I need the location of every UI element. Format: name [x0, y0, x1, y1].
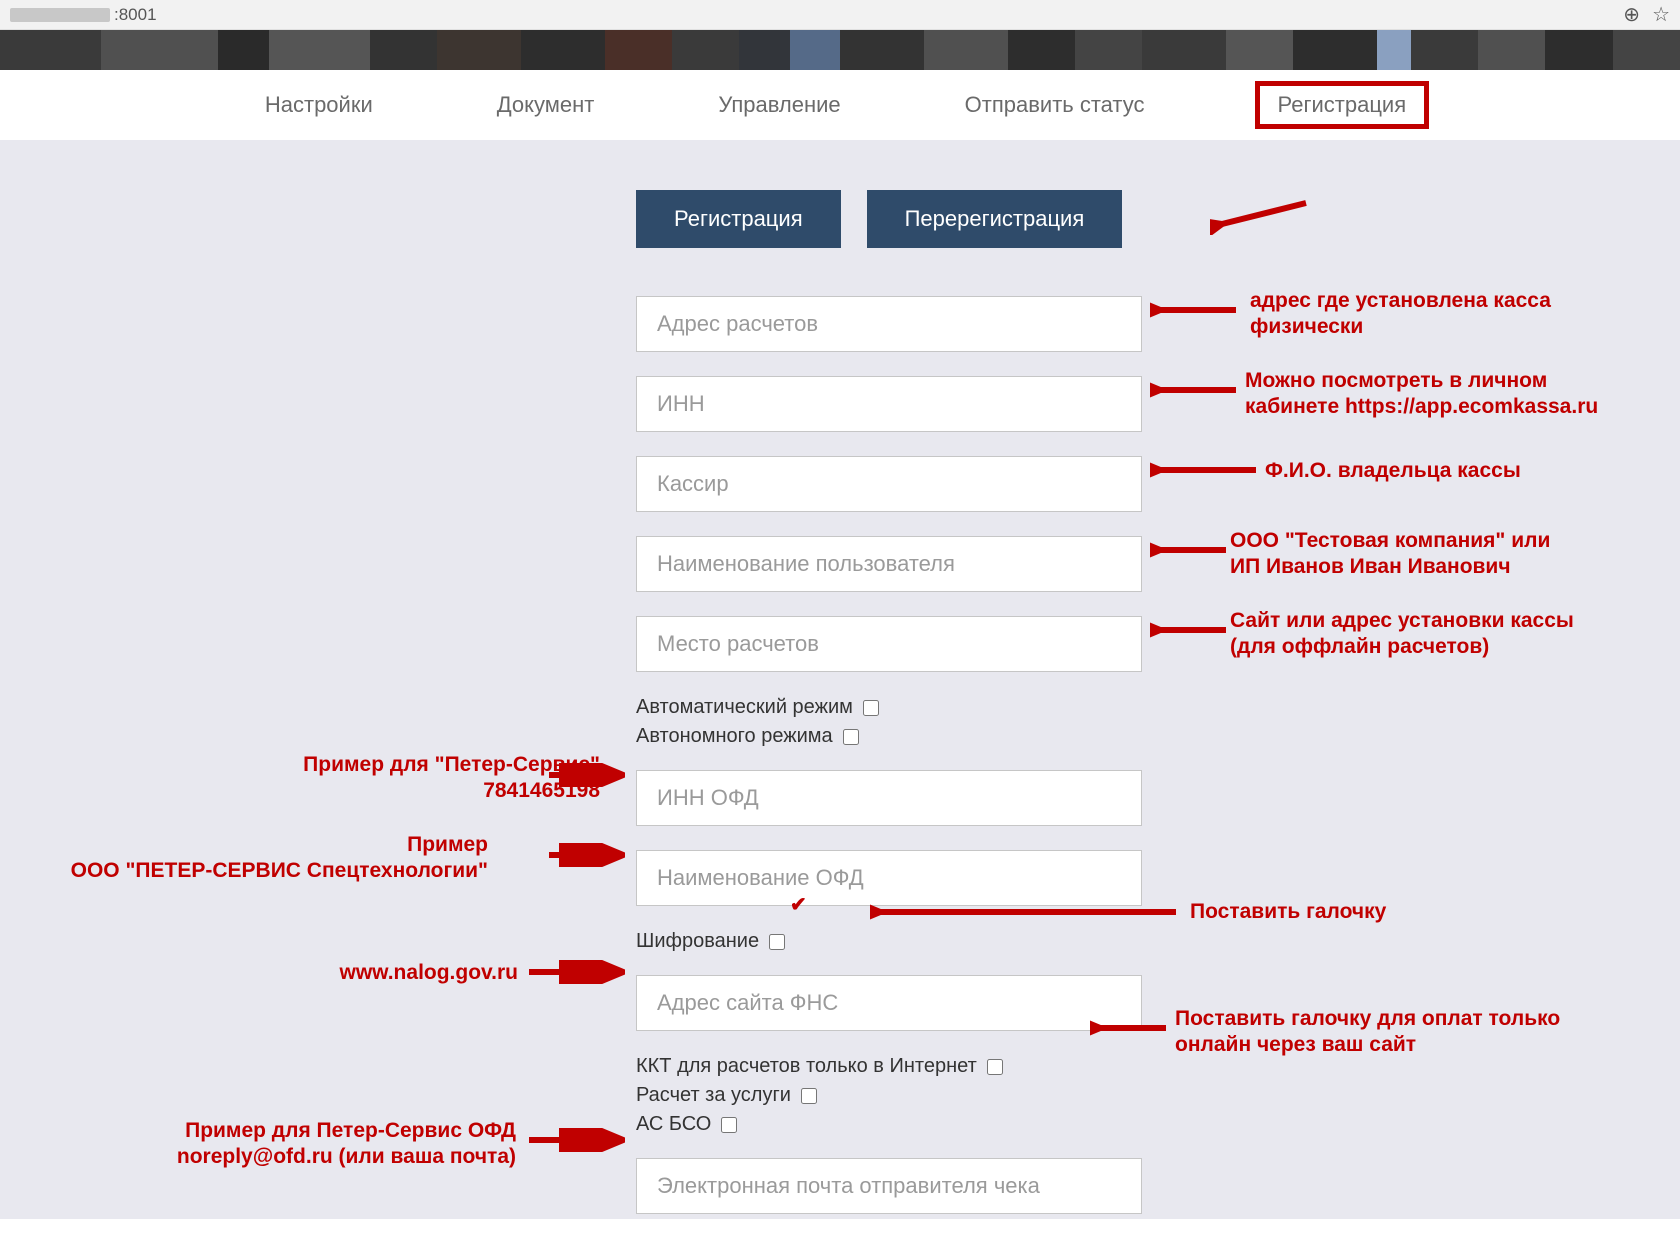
auto-mode-checkbox[interactable] [863, 700, 879, 716]
annot-encryption: Поставить галочку [1190, 899, 1386, 925]
services-label: Расчет за услуги [636, 1084, 791, 1107]
reregister-button[interactable]: Перерегистрация [867, 190, 1123, 248]
annot-address: адрес где установлена кассафизически [1250, 288, 1551, 341]
arrow-place [1150, 618, 1230, 642]
as-bso-row: АС БСО [636, 1113, 1144, 1136]
arrow-reregister [1210, 195, 1310, 235]
annot-inn-ofd: Пример для "Петер-Сервис"7841465198 [160, 752, 600, 805]
arrow-fns-site [525, 960, 625, 984]
arrow-email-sender [525, 1128, 625, 1152]
nav-management[interactable]: Управление [704, 84, 854, 126]
auto-mode-row: Автоматический режим [636, 696, 1144, 719]
annot-fns-site: www.nalog.gov.ru [258, 960, 518, 986]
register-button[interactable]: Регистрация [636, 190, 841, 248]
autonomous-mode-row: Автономного режима [636, 725, 1144, 748]
zoom-icon[interactable]: ⊕ [1623, 2, 1640, 27]
nav-send-status[interactable]: Отправить статус [951, 84, 1159, 126]
services-checkbox[interactable] [801, 1088, 817, 1104]
place-input[interactable] [636, 616, 1142, 672]
arrow-inn [1150, 378, 1240, 402]
annot-place: Сайт или адрес установки кассы(для оффла… [1230, 608, 1574, 661]
auto-mode-label: Автоматический режим [636, 696, 853, 719]
annot-cashier: Ф.И.О. владельца кассы [1265, 458, 1521, 484]
kkt-internet-checkbox[interactable] [987, 1059, 1003, 1075]
internet-checks: ККТ для расчетов только в Интернет Расче… [636, 1055, 1144, 1136]
kkt-internet-row: ККТ для расчетов только в Интернет [636, 1055, 1144, 1078]
browser-address-bar: :8001 ⊕ ☆ [0, 0, 1680, 30]
as-bso-checkbox[interactable] [721, 1117, 737, 1133]
mode-checks: Автоматический режим Автономного режима [636, 696, 1144, 748]
inn-ofd-input[interactable] [636, 770, 1142, 826]
annot-kkt-internet: Поставить галочку для оплат толькоонлайн… [1175, 1006, 1560, 1059]
encryption-checkbox[interactable] [769, 934, 785, 950]
form-action-row: Регистрация Перерегистрация [636, 190, 1144, 248]
annot-username: ООО "Тестовая компания" илиИП Иванов Ива… [1230, 528, 1550, 581]
autonomous-mode-label: Автономного режима [636, 725, 833, 748]
cashier-input[interactable] [636, 456, 1142, 512]
encryption-check-mark-icon: ✔ [790, 892, 807, 917]
inn-input[interactable] [636, 376, 1142, 432]
registration-form: Регистрация Перерегистрация Автоматическ… [636, 190, 1144, 1238]
browser-controls: ⊕ ☆ [1623, 2, 1670, 27]
annot-email-sender: Пример для Петер-Сервис ОФДnoreply@ofd.r… [96, 1118, 516, 1171]
name-ofd-input[interactable] [636, 850, 1142, 906]
arrow-cashier [1150, 458, 1260, 482]
nav-settings[interactable]: Настройки [251, 84, 387, 126]
encryption-label: Шифрование [636, 930, 759, 953]
address-input[interactable] [636, 296, 1142, 352]
nav-document[interactable]: Документ [483, 84, 609, 126]
kkt-internet-label: ККТ для расчетов только в Интернет [636, 1055, 977, 1078]
annot-inn: Можно посмотреть в личномкабинете https:… [1245, 368, 1598, 421]
annot-name-ofd: ПримерООО "ПЕТЕР-СЕРВИС Спецтехнологии" [48, 832, 488, 885]
star-icon[interactable]: ☆ [1652, 2, 1670, 27]
nav-registration[interactable]: Регистрация [1255, 81, 1430, 129]
url-port: :8001 [114, 5, 157, 25]
arrow-address [1150, 298, 1240, 322]
autonomous-mode-checkbox[interactable] [843, 729, 859, 745]
content-area: Регистрация Перерегистрация Автоматическ… [0, 140, 1680, 1219]
email-sender-input[interactable] [636, 1158, 1142, 1214]
main-nav: Настройки Документ Управление Отправить … [0, 70, 1680, 140]
encryption-row: Шифрование [636, 930, 1144, 953]
username-input[interactable] [636, 536, 1142, 592]
as-bso-label: АС БСО [636, 1113, 711, 1136]
fns-site-input[interactable] [636, 975, 1142, 1031]
arrow-name-ofd [545, 843, 625, 867]
services-row: Расчет за услуги [636, 1084, 1144, 1107]
url-blurred-host [10, 8, 110, 22]
arrow-username [1150, 538, 1230, 562]
header-banner [0, 30, 1680, 70]
